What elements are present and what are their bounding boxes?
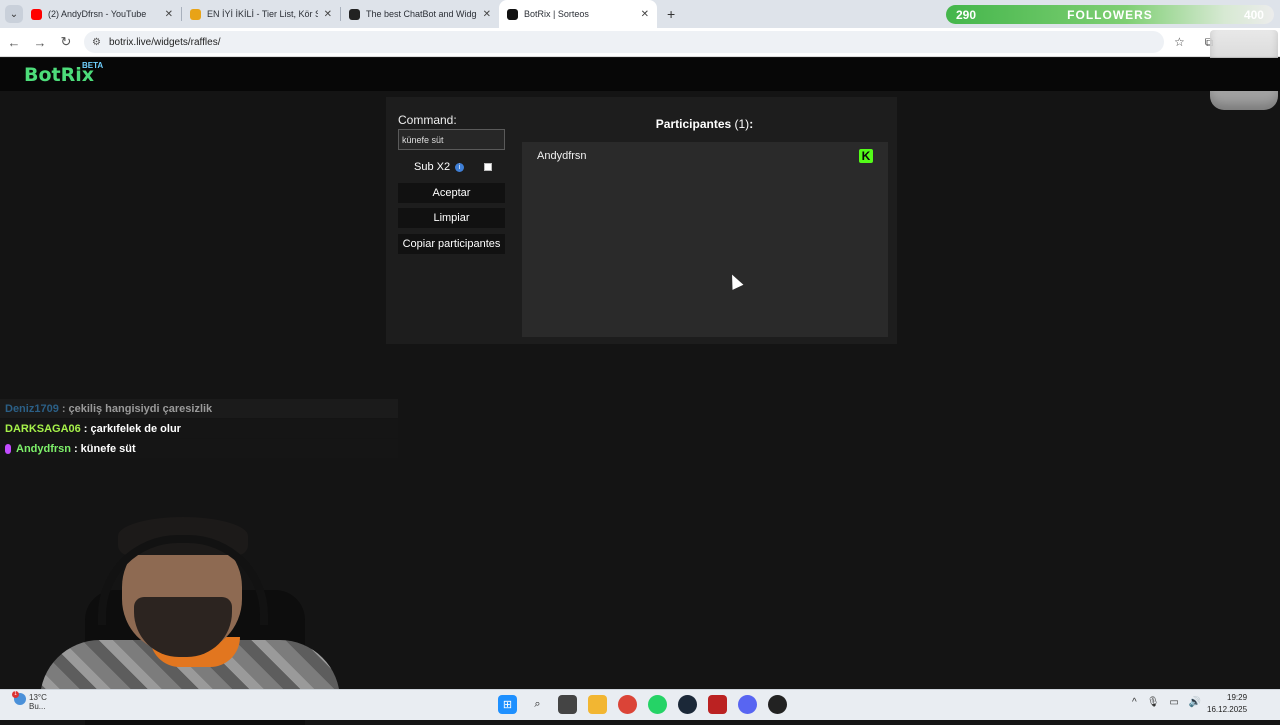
forward-arrow-icon[interactable]: → [28,35,52,50]
chat-username: Deniz1709 [5,402,59,415]
participants-list: Andydfrsn K [522,142,888,337]
youtube-icon [31,8,42,20]
site-info-icon[interactable]: ⚙ [92,37,101,48]
tier-list-icon [190,8,201,20]
weather-icon: 1 [12,691,26,705]
copy-participants-button[interactable]: Copiar participantes [398,234,505,254]
beta-badge: BETA [82,61,104,70]
clock-date: 16.12.2025 [1207,705,1248,714]
microphone-icon[interactable]: 🎙 [1147,697,1160,708]
followers-goal-bar: 290 FOLLOWERS 400 [946,5,1274,24]
bookmark-star-icon[interactable]: ☆ [1174,35,1185,50]
search-icon[interactable]: ⌕ [528,695,547,714]
sub-x2-label: Sub X2 [414,161,451,173]
tab-youtube[interactable]: (2) AndyDfrsn - YouTube ✕ [23,0,181,28]
windows-taskbar: 1 13°C Bu... ⊞ ⌕ ^ 🎙 ▭ 🔊 19:29 16.12.202… [0,689,1280,720]
sub-x2-row: Sub X2 i [414,161,465,173]
network-icon[interactable]: ▭ [1169,697,1178,708]
tab-search-button[interactable]: ⌄ [5,5,23,23]
kick-icon: K [859,149,873,163]
goal-target: 400 [1243,7,1264,22]
file-explorer-icon[interactable] [588,695,607,714]
reload-icon[interactable]: ↻ [54,34,78,50]
tab-chatbot[interactable]: The best ChatBot and Widgets ✕ [341,0,499,28]
chrome-icon[interactable] [618,695,637,714]
notification-badge: 1 [12,691,19,698]
url-text: botrix.live/widgets/raffles/ [108,36,221,48]
participants-count: (1) [734,117,750,131]
close-icon[interactable]: ✕ [641,9,649,20]
close-icon[interactable]: ✕ [483,9,491,20]
system-clock[interactable]: 19:29 16.12.2025 [1207,692,1247,716]
chat-text: künefe süt [80,442,136,455]
command-label: Command: [398,113,457,127]
volume-icon[interactable]: 🔊 [1189,697,1201,708]
participant-name: Andydfrsn [537,150,587,162]
close-icon[interactable]: ✕ [165,9,173,20]
discord-icon[interactable] [738,695,757,714]
tab-label: EN İYİ İKİLİ - Tier List, Kör Sırala [207,9,318,19]
new-tab-button[interactable]: + [667,6,675,22]
goal-current: 290 [956,7,977,22]
clock-time: 19:29 [1227,693,1248,702]
chat-message: Deniz1709 : çekiliş hangisiydi çaresizli… [0,399,398,418]
chat-separator: : [83,422,88,435]
botrix-icon [349,8,360,20]
clear-button[interactable]: Limpiar [398,208,505,228]
whatsapp-icon[interactable] [648,695,667,714]
back-arrow-icon[interactable]: ← [2,35,26,50]
chat-text: çarkıfelek de olur [90,422,181,435]
task-view-icon[interactable] [558,695,577,714]
tab-label: (2) AndyDfrsn - YouTube [48,9,147,19]
chat-message: DARKSAGA06 : çarkıfelek de olur [0,419,398,438]
list-item[interactable]: Andydfrsn K [537,149,873,163]
chat-username: Andydfrsn [16,442,71,455]
accept-button[interactable]: Aceptar [398,183,505,203]
weather-widget[interactable]: 1 13°C Bu... [12,691,47,711]
botrix-icon [507,8,518,20]
tab-label: The best ChatBot and Widgets [366,9,477,19]
sub-x2-checkbox[interactable] [484,163,492,171]
info-icon[interactable]: i [455,162,465,172]
chat-separator: : [74,442,78,455]
tab-botrix-sorteos[interactable]: BotRix | Sorteos ✕ [499,0,657,28]
obs-icon[interactable] [768,695,787,714]
raffle-panel: Command: Sub X2 i Aceptar Limpiar Copiar… [386,97,897,344]
windows-start-icon[interactable]: ⊞ [498,695,517,714]
participants-colon: : [749,117,754,131]
close-icon[interactable]: ✕ [324,9,332,20]
weather-desc: Bu... [29,702,46,711]
broadcaster-badge-icon [5,443,11,454]
voicemeeter-icon[interactable] [708,695,727,714]
tab-label: BotRix | Sorteos [524,9,589,19]
botrix-header: BotRix BETA [0,58,1280,91]
goal-label: FOLLOWERS [1067,7,1153,22]
tab-tier-list[interactable]: EN İYİ İKİLİ - Tier List, Kör Sırala ✕ [182,0,340,28]
chat-overlay: Deniz1709 : çekiliş hangisiydi çaresizli… [0,399,398,459]
chat-username: DARKSAGA06 [5,422,81,435]
chevron-up-icon[interactable]: ^ [1132,697,1137,708]
chat-message: Andydfrsn : künefe süt [0,439,398,458]
address-bar: ← → ↻ ⚙ botrix.live/widgets/raffles/ ☆ ⧉ [0,28,1280,57]
chat-text: çekiliş hangisiydi çaresizlik [68,402,213,415]
weather-temp: 13°C [29,693,47,702]
url-input[interactable]: ⚙ botrix.live/widgets/raffles/ [84,31,1164,53]
chat-separator: : [61,402,66,415]
participants-title: Participantes (1): [521,117,888,131]
command-input[interactable] [398,129,505,150]
participants-title-text: Participantes [655,117,732,131]
steam-icon[interactable] [678,695,697,714]
